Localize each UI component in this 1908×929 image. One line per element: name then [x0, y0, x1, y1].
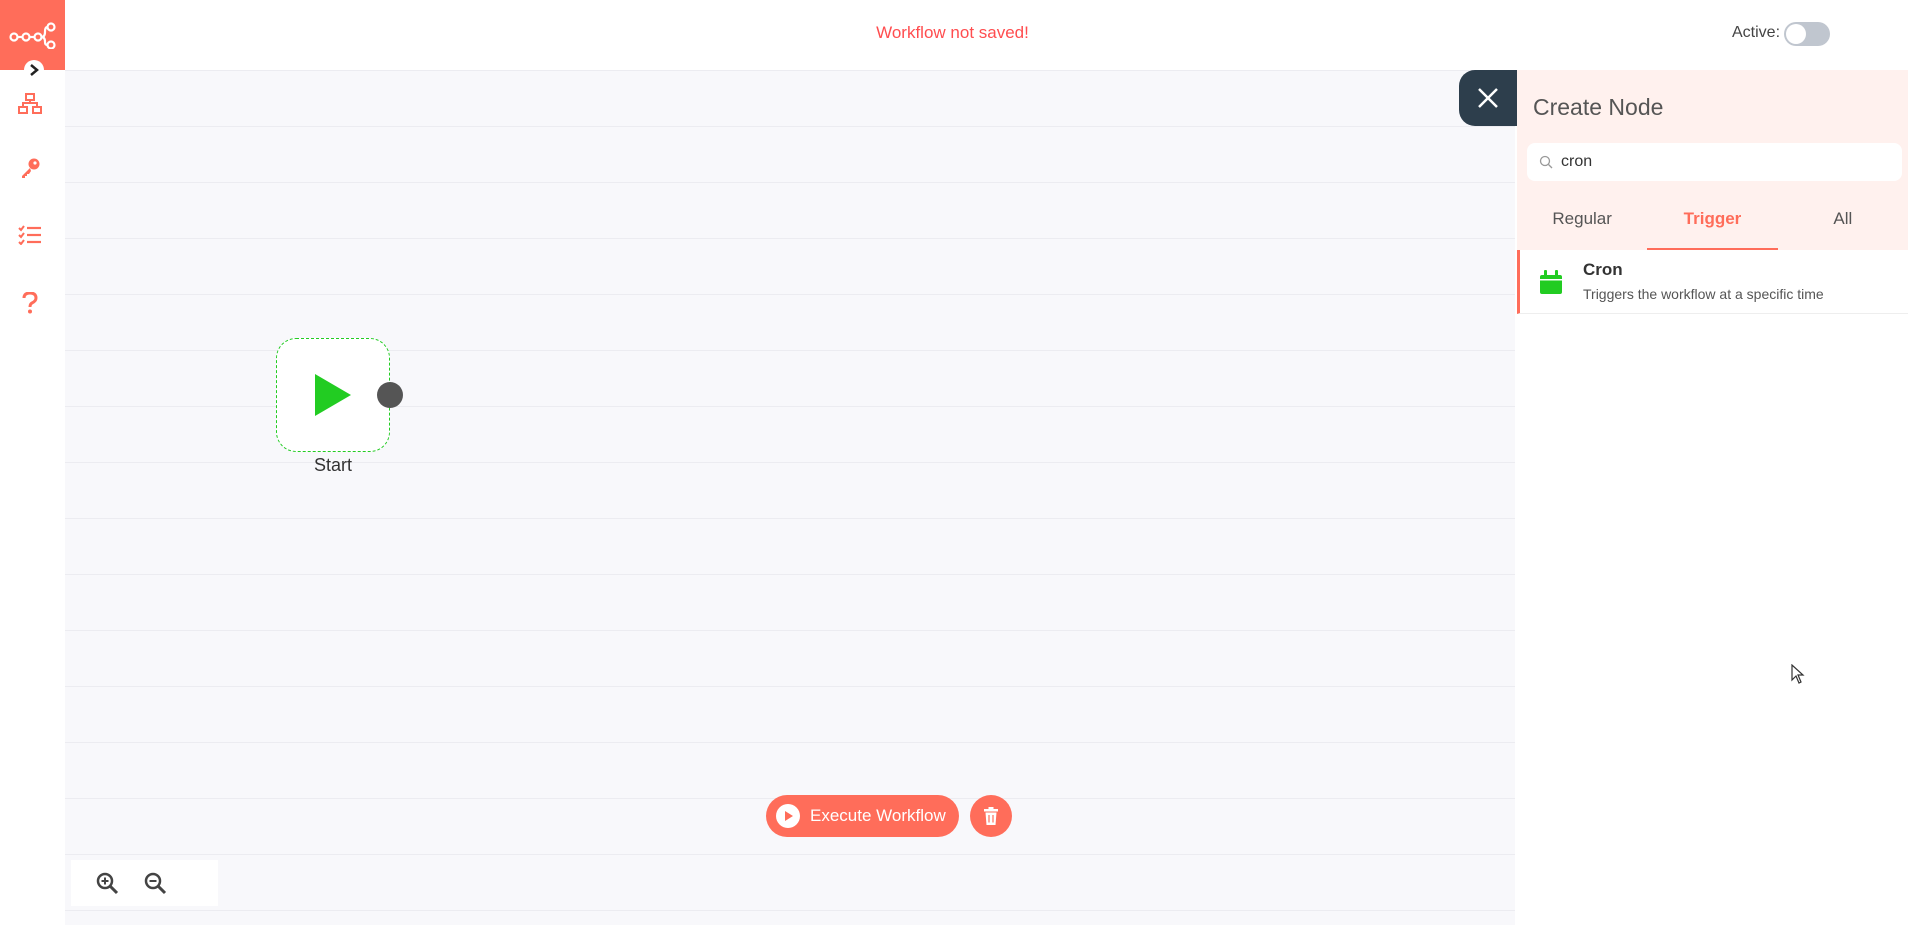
sidebar	[0, 0, 65, 929]
tab-trigger[interactable]: Trigger	[1647, 198, 1778, 250]
active-label: Active:	[1732, 24, 1781, 41]
execute-workflow-button[interactable]: Execute Workflow	[766, 795, 959, 837]
logo-icon	[8, 22, 56, 49]
execute-workflow-label: Execute Workflow	[810, 806, 946, 825]
sidebar-item-credentials[interactable]	[14, 152, 46, 184]
mouse-cursor-icon	[1791, 663, 1805, 689]
sidebar-item-workflows[interactable]	[14, 88, 46, 120]
node-result-list: Cron Triggers the workflow at a specific…	[1517, 250, 1908, 314]
header: Workflow not saved! Active:	[65, 0, 1908, 70]
sidebar-item-executions[interactable]	[14, 219, 46, 251]
node-item-cron[interactable]: Cron Triggers the workflow at a specific…	[1517, 250, 1908, 314]
expand-sidebar-button[interactable]	[24, 60, 44, 80]
start-node-label: Start	[313, 455, 352, 475]
zoom-out-icon	[144, 872, 167, 895]
play-icon	[315, 374, 351, 416]
checklist-icon	[18, 225, 41, 245]
save-status-text: Workflow not saved!	[876, 23, 1029, 42]
start-node-output-handle[interactable]	[377, 382, 403, 408]
node-type-tabs: Regular Trigger All	[1517, 198, 1908, 250]
start-node[interactable]	[276, 338, 390, 452]
create-node-panel: Create Node Regular Trigger All	[1517, 70, 1908, 925]
close-icon	[1478, 88, 1498, 108]
help-icon	[22, 292, 38, 314]
sidebar-item-help[interactable]	[14, 287, 46, 319]
network-icon	[18, 93, 42, 114]
play-circle-icon	[776, 804, 800, 828]
panel-title: Create Node	[1533, 94, 1664, 120]
node-item-description: Triggers the workflow at a specific time	[1583, 286, 1824, 302]
node-search-box[interactable]	[1527, 143, 1902, 181]
zoom-in-button[interactable]	[89, 865, 125, 901]
chevron-right-icon	[30, 64, 39, 76]
key-icon	[22, 158, 40, 178]
panel-header: Create Node Regular Trigger All	[1517, 70, 1908, 250]
calendar-icon	[1540, 270, 1562, 299]
zoom-out-button[interactable]	[137, 865, 173, 901]
tab-all[interactable]: All	[1778, 198, 1908, 250]
zoom-in-icon	[96, 872, 119, 895]
toggle-knob	[1786, 24, 1806, 44]
tab-regular[interactable]: Regular	[1517, 198, 1647, 250]
zoom-controls	[71, 860, 218, 906]
delete-workflow-button[interactable]	[970, 795, 1012, 837]
node-item-name: Cron	[1583, 260, 1623, 279]
node-search-input[interactable]	[1561, 153, 1891, 171]
close-panel-button[interactable]	[1459, 70, 1517, 126]
active-toggle[interactable]	[1784, 22, 1830, 46]
trash-icon	[984, 807, 998, 825]
search-icon	[1539, 155, 1553, 169]
